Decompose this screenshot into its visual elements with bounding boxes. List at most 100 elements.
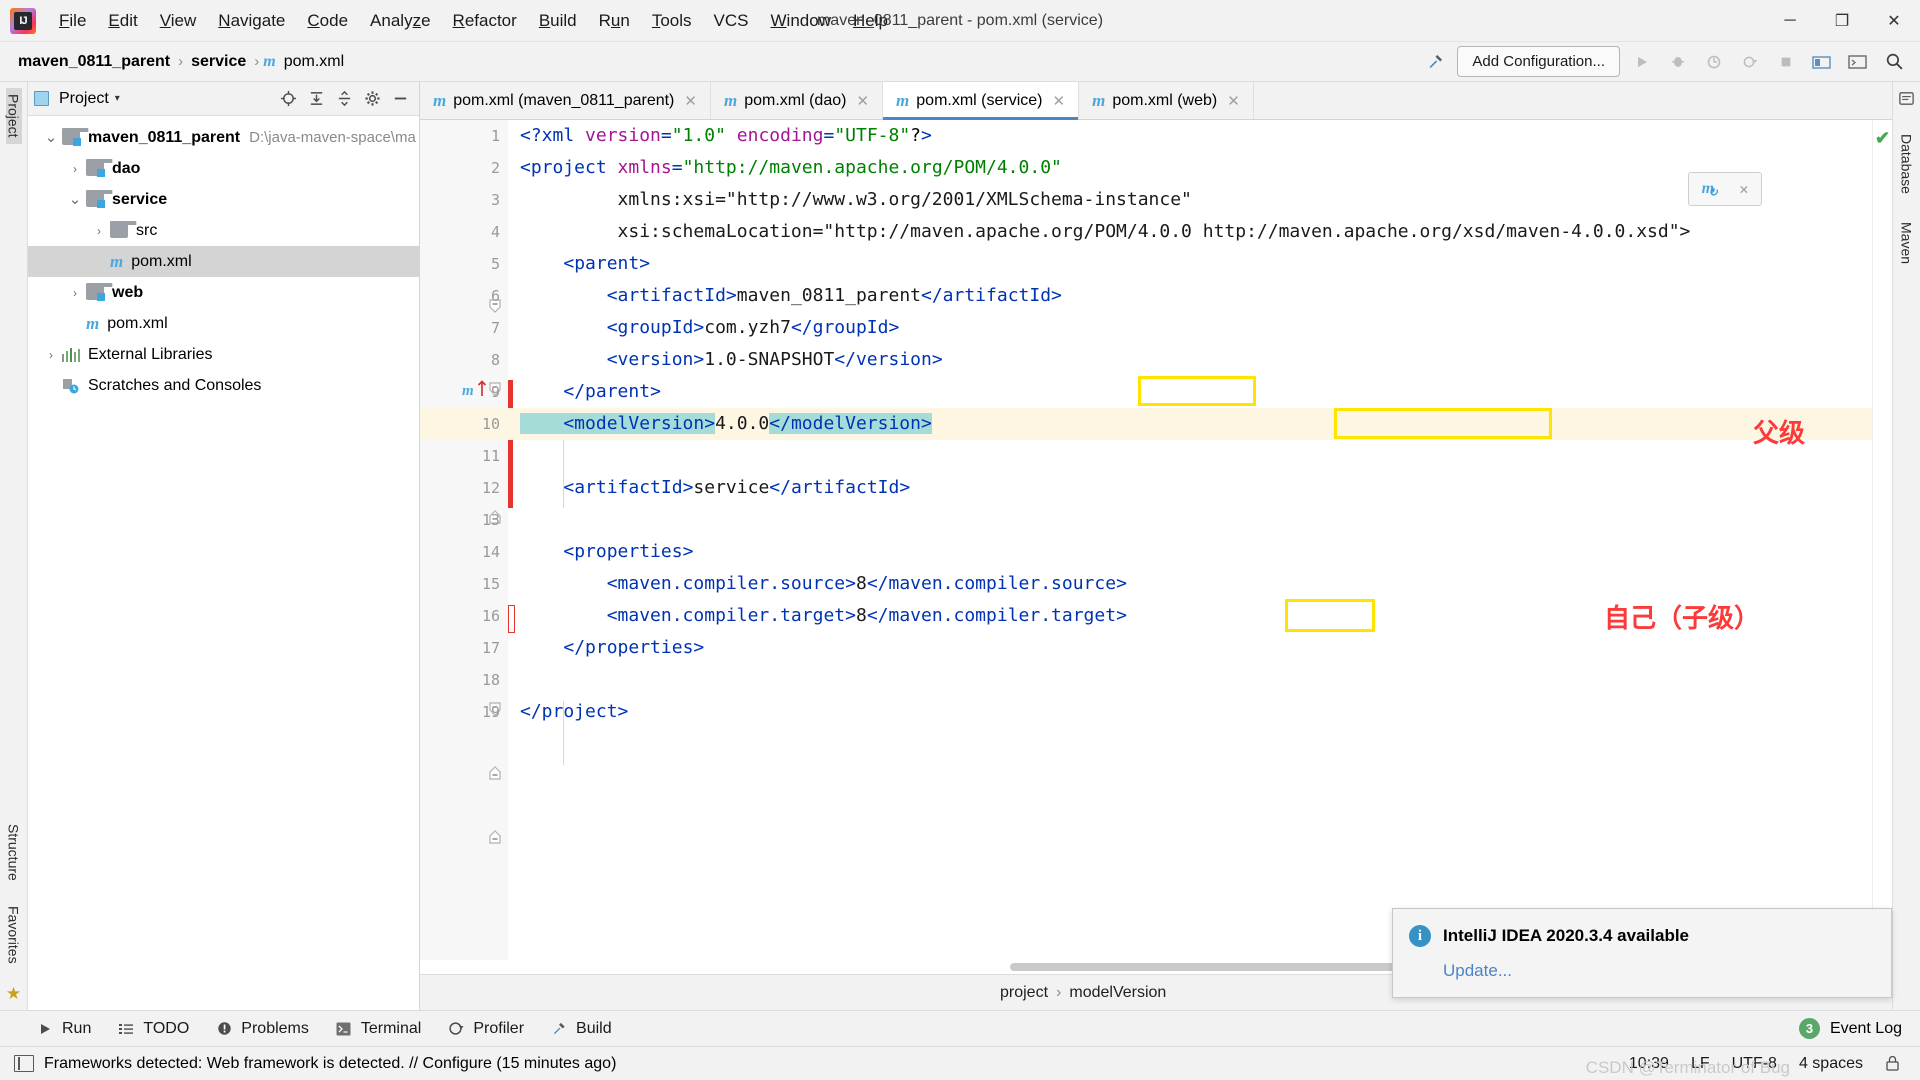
code-line[interactable]: <properties>: [508, 536, 1872, 568]
tree-node[interactable]: › External Libraries: [28, 339, 419, 370]
select-opened-file-icon[interactable]: [1808, 48, 1836, 76]
stop-icon[interactable]: [1772, 48, 1800, 76]
chevron-right-icon[interactable]: ›: [64, 162, 86, 176]
code-line[interactable]: <artifactId>service</artifactId>: [508, 472, 1872, 504]
code-editor[interactable]: <?xml version="1.0" encoding="UTF-8"?> <p…: [508, 120, 1872, 960]
tree-node[interactable]: ›Scratches and Consoles: [28, 370, 419, 401]
highlight-box-parent-artifact-value: [1334, 408, 1552, 439]
code-line[interactable]: <modelVersion>4.0.0</modelVersion>: [508, 408, 1872, 440]
hide-panel-icon[interactable]: [387, 86, 413, 112]
tree-node[interactable]: ⌄ maven_0811_parent D:\java-maven-space\ma: [28, 122, 419, 153]
tool-window-todo[interactable]: TODO: [117, 1020, 189, 1038]
breadcrumb-project[interactable]: maven_0811_parent: [14, 51, 174, 73]
tree-node[interactable]: › src: [28, 215, 419, 246]
close-icon[interactable]: ✕: [684, 92, 697, 110]
close-icon[interactable]: ✕: [1053, 92, 1066, 110]
code-line[interactable]: [508, 440, 1872, 472]
menu-edit[interactable]: Edit: [97, 7, 148, 35]
tool-window-run[interactable]: Run: [36, 1020, 91, 1038]
settings-gear-icon[interactable]: [359, 86, 385, 112]
chevron-right-icon[interactable]: ›: [64, 286, 86, 300]
tree-node[interactable]: ⌄ service: [28, 184, 419, 215]
tree-node[interactable]: ›mpom.xml: [28, 308, 419, 339]
menu-build[interactable]: Build: [528, 7, 588, 35]
tree-node[interactable]: ›mpom.xml: [28, 246, 419, 277]
code-line[interactable]: <?xml version="1.0" encoding="UTF-8"?>: [508, 120, 1872, 152]
breadcrumb-module[interactable]: service: [187, 51, 250, 73]
menu-analyze[interactable]: Analyze: [359, 7, 442, 35]
tree-node[interactable]: › web: [28, 277, 419, 308]
terminal-toggle-icon[interactable]: [1844, 48, 1872, 76]
run-icon[interactable]: [1628, 48, 1656, 76]
tree-node[interactable]: › dao: [28, 153, 419, 184]
editor-breadcrumb-project[interactable]: project: [1000, 984, 1048, 1002]
menu-code[interactable]: Code: [296, 7, 359, 35]
stripe-button-project[interactable]: Project: [5, 88, 22, 144]
maven-reload-popup[interactable]: m ↻ ✕: [1688, 172, 1762, 206]
add-configuration-button[interactable]: Add Configuration...: [1457, 46, 1620, 77]
tool-window-build[interactable]: Build: [550, 1020, 612, 1038]
editor-tab[interactable]: m pom.xml (service) ✕: [883, 82, 1080, 120]
menu-view[interactable]: View: [149, 7, 208, 35]
code-line[interactable]: xmlns:xsi="http://www.w3.org/2001/XMLSch…: [508, 184, 1872, 216]
code-line[interactable]: [508, 664, 1872, 696]
menu-window[interactable]: Window: [760, 7, 842, 35]
stripe-button-structure[interactable]: Structure: [6, 818, 22, 887]
editor-tab[interactable]: m pom.xml (maven_0811_parent) ✕: [420, 82, 711, 119]
notifications-icon[interactable]: [1898, 90, 1915, 112]
chevron-down-icon[interactable]: ▾: [115, 93, 120, 104]
close-icon[interactable]: ✕: [856, 92, 869, 110]
code-line[interactable]: <maven.compiler.source>8</maven.compiler…: [508, 568, 1872, 600]
minimize-button[interactable]: ─: [1764, 0, 1816, 41]
menu-vcs[interactable]: VCS: [703, 7, 760, 35]
code-line[interactable]: <project xmlns="http://maven.apache.org/…: [508, 152, 1872, 184]
code-line[interactable]: [508, 504, 1872, 536]
chevron-down-icon[interactable]: ⌄: [64, 192, 86, 207]
tool-window-problems[interactable]: Problems: [215, 1020, 309, 1038]
read-only-lock-icon[interactable]: [1885, 1055, 1900, 1072]
build-hammer-icon[interactable]: [1421, 48, 1449, 76]
notification-update-link[interactable]: Update...: [1443, 961, 1512, 981]
code-line[interactable]: </properties>: [508, 632, 1872, 664]
expand-all-icon[interactable]: [303, 86, 329, 112]
menu-help[interactable]: Help: [842, 7, 899, 35]
stripe-button-favorites[interactable]: Favorites: [6, 900, 22, 970]
locate-icon[interactable]: [275, 86, 301, 112]
editor-tab[interactable]: m pom.xml (dao) ✕: [711, 82, 884, 119]
editor-tab[interactable]: m pom.xml (web) ✕: [1079, 82, 1254, 119]
menu-run[interactable]: Run: [588, 7, 641, 35]
maven-popup-close-icon[interactable]: ✕: [1739, 180, 1748, 198]
code-line[interactable]: </project>: [508, 696, 1872, 728]
status-indent[interactable]: 4 spaces: [1799, 1055, 1863, 1073]
maximize-button[interactable]: ❐: [1816, 0, 1868, 41]
chevron-down-icon[interactable]: ⌄: [40, 130, 62, 145]
menu-tools[interactable]: Tools: [641, 7, 703, 35]
menu-refactor[interactable]: Refactor: [442, 7, 528, 35]
project-panel-title[interactable]: Project: [59, 90, 109, 108]
menu-navigate[interactable]: Navigate: [207, 7, 296, 35]
collapse-all-icon[interactable]: [331, 86, 357, 112]
chevron-right-icon[interactable]: ›: [88, 224, 110, 238]
breadcrumb-file[interactable]: pom.xml: [280, 51, 348, 73]
close-icon[interactable]: ✕: [1227, 92, 1240, 110]
code-line[interactable]: <artifactId>maven_0811_parent</artifactI…: [508, 280, 1872, 312]
stripe-button-maven[interactable]: Maven: [1899, 216, 1915, 270]
tool-window-terminal[interactable]: Terminal: [335, 1020, 421, 1038]
chevron-right-icon[interactable]: ›: [40, 348, 62, 362]
code-line[interactable]: <groupId>com.yzh7</groupId>: [508, 312, 1872, 344]
editor-marker-strip[interactable]: ✔: [1872, 120, 1892, 960]
menu-file[interactable]: File: [48, 7, 97, 35]
close-button[interactable]: ✕: [1868, 0, 1920, 41]
debug-icon[interactable]: [1664, 48, 1692, 76]
code-line[interactable]: xsi:schemaLocation="http://maven.apache.…: [508, 216, 1872, 248]
event-log-label[interactable]: Event Log: [1830, 1020, 1902, 1038]
code-line[interactable]: <version>1.0-SNAPSHOT</version>: [508, 344, 1872, 376]
tool-window-profiler[interactable]: Profiler: [447, 1020, 524, 1038]
stripe-button-database[interactable]: Database: [1899, 128, 1915, 200]
status-message[interactable]: Frameworks detected: Web framework is de…: [44, 1055, 616, 1073]
run-with-coverage-icon[interactable]: [1700, 48, 1728, 76]
code-line[interactable]: <parent>: [508, 248, 1872, 280]
search-everywhere-icon[interactable]: [1880, 48, 1908, 76]
profile-icon[interactable]: [1736, 48, 1764, 76]
editor-breadcrumb-modelversion[interactable]: modelVersion: [1069, 984, 1166, 1002]
